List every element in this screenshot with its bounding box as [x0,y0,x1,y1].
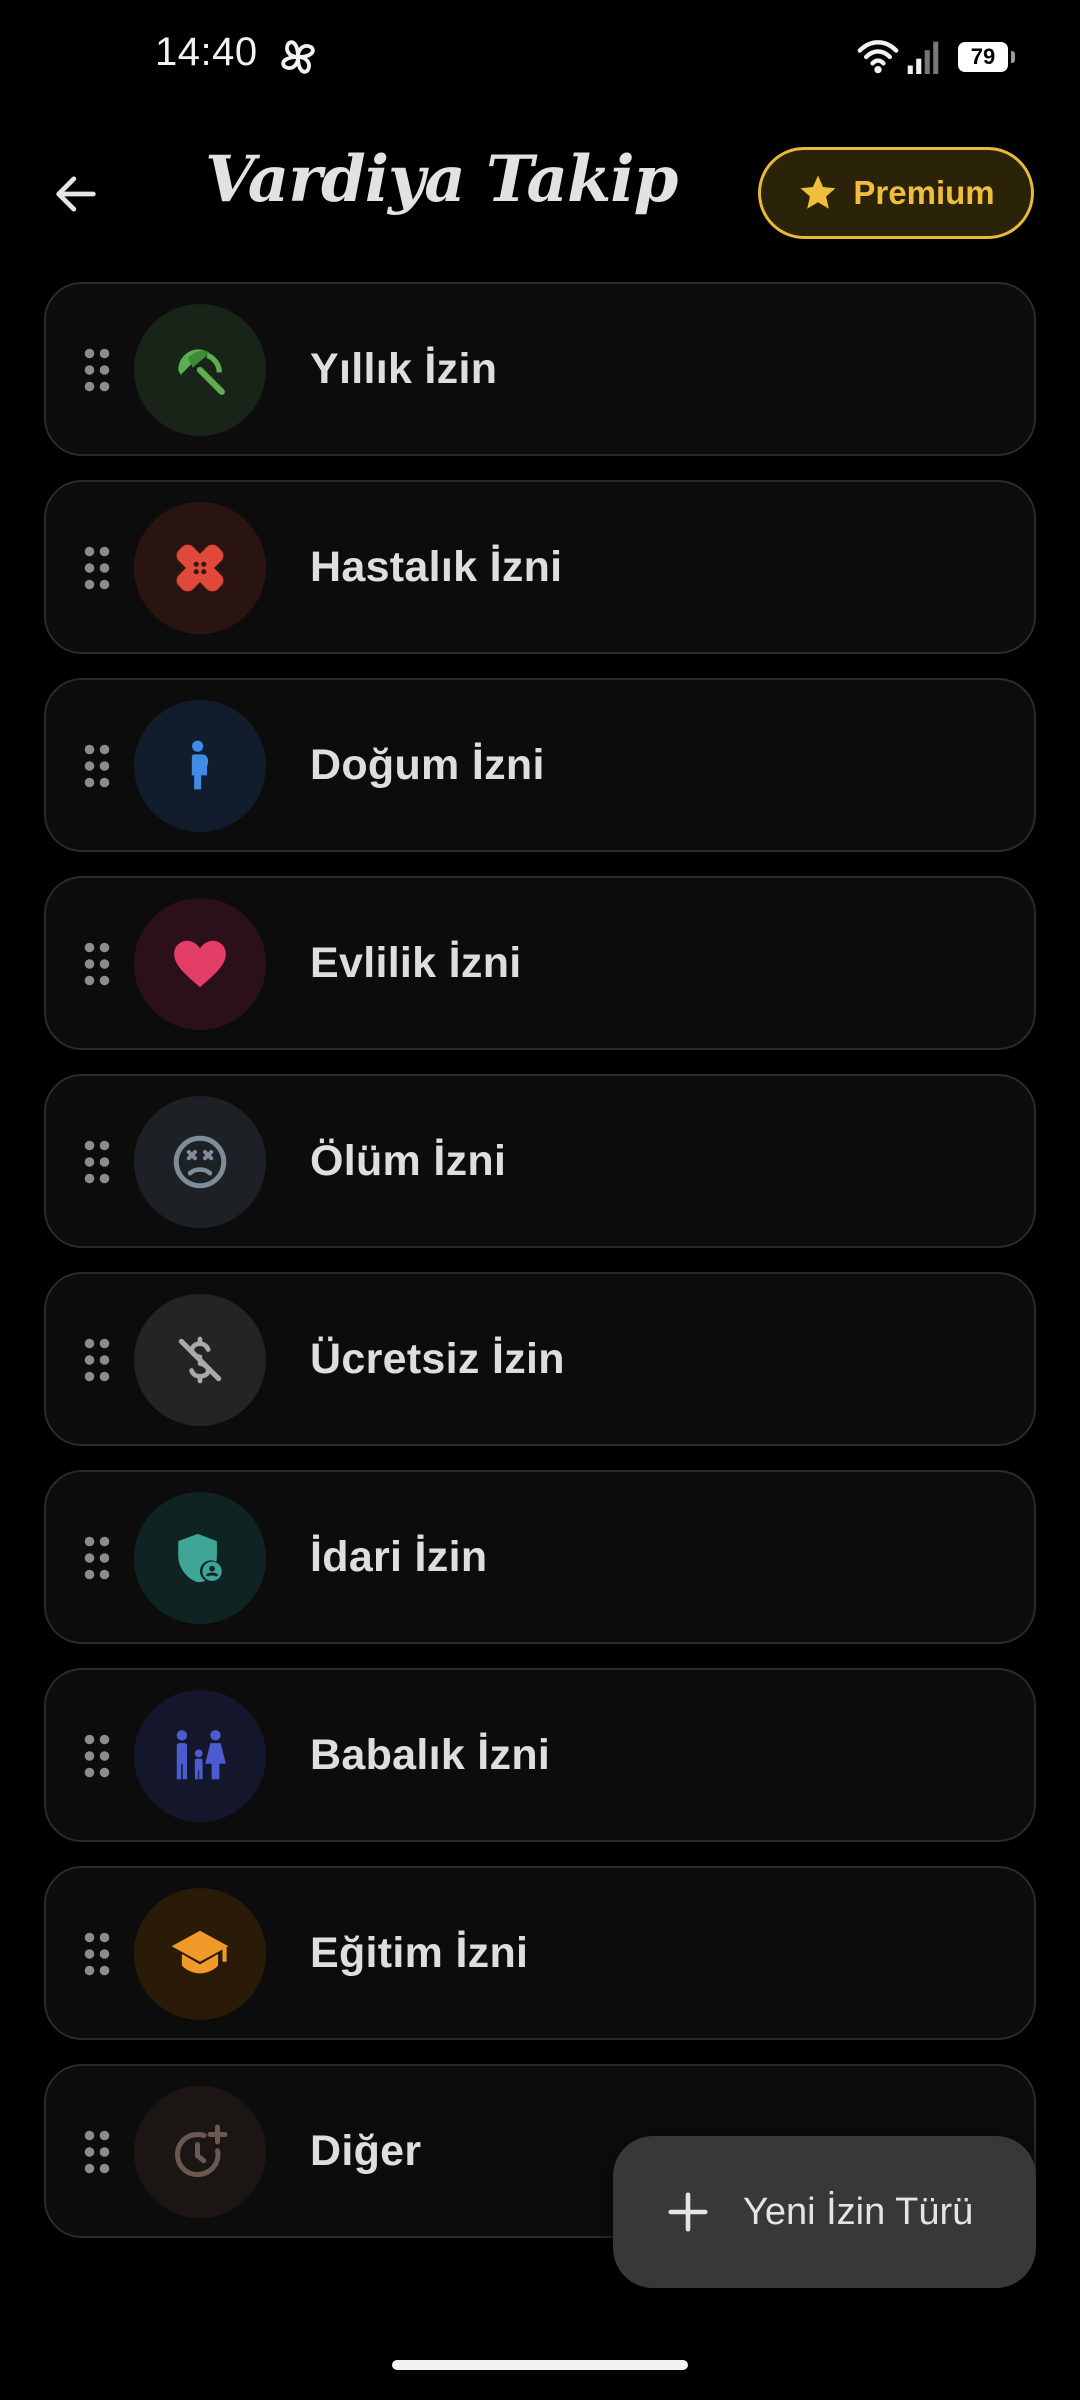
drag-handle-icon[interactable] [82,1732,112,1780]
leave-type-label: Evlilik İzni [310,938,522,987]
app-title: Vardiya Takip [205,142,678,217]
clock-add-icon [174,2124,228,2178]
drag-handle-icon[interactable] [82,1534,112,1582]
leave-icon-circle [134,1492,266,1624]
sad-face-icon [173,1135,227,1189]
star-icon [800,175,836,209]
drag-handle-icon[interactable] [82,742,112,790]
premium-button[interactable]: Premium [758,147,1034,239]
leave-icon-circle [134,898,266,1030]
leave-icon-circle [134,502,266,634]
leave-icon-circle [134,700,266,832]
money-off-icon [178,1336,222,1384]
wifi-icon [857,40,899,74]
arrow-left-icon [56,176,96,212]
new-leave-type-label: Yeni İzin Türü [743,2190,974,2233]
leave-type-list: Yıllık İzin Hastalık İzni Doğum İzni Evl… [44,282,1036,2262]
leave-type-item[interactable]: Yıllık İzin [44,282,1036,456]
leave-type-label: İdari İzin [310,1532,488,1581]
drag-handle-icon[interactable] [82,1930,112,1978]
leave-icon-circle [134,304,266,436]
leave-icon-circle [134,1888,266,2020]
leave-type-label: Ölüm İzni [310,1136,507,1185]
bandage-icon [176,544,224,592]
leave-type-item[interactable]: Eğitim İzni [44,1866,1036,2040]
drag-handle-icon[interactable] [82,544,112,592]
graduation-cap-icon [171,1930,229,1974]
drag-handle-icon[interactable] [82,1336,112,1384]
leave-type-label: Doğum İzni [310,740,545,789]
new-leave-type-button[interactable]: Yeni İzin Türü [613,2136,1036,2288]
leave-type-label: Ücretsiz İzin [310,1334,565,1383]
leave-icon-circle [134,1690,266,1822]
admin-shield-icon [178,1533,222,1583]
drag-handle-icon[interactable] [82,346,112,394]
back-button[interactable] [42,160,110,228]
battery-icon: 79 [958,42,1015,72]
drag-handle-icon[interactable] [82,1138,112,1186]
status-time: 14:40 [155,30,258,74]
signal-icon [907,41,939,74]
leave-type-item[interactable]: İdari İzin [44,1470,1036,1644]
leave-icon-circle [134,1294,266,1426]
leave-type-label: Babalık İzni [310,1730,551,1779]
family-icon [176,1730,226,1780]
leave-type-item[interactable]: Evlilik İzni [44,876,1036,1050]
leave-type-label: Diğer [310,2126,422,2175]
leave-type-item[interactable]: Ölüm İzni [44,1074,1036,1248]
leave-type-label: Eğitim İzni [310,1928,529,1977]
leave-type-item[interactable]: Doğum İzni [44,678,1036,852]
status-bar: 14:40 79 [0,0,1080,116]
leave-type-label: Hastalık İzni [310,542,563,591]
plus-icon [668,2192,708,2232]
leave-type-item[interactable]: Hastalık İzni [44,480,1036,654]
fan-icon [281,40,315,74]
leave-icon-circle [134,1096,266,1228]
drag-handle-icon[interactable] [82,940,112,988]
leave-type-item[interactable]: Babalık İzni [44,1668,1036,1842]
premium-label: Premium [853,174,995,211]
leave-type-item[interactable]: Ücretsiz İzin [44,1272,1036,1446]
pregnant-woman-icon [191,740,209,790]
leave-type-label: Yıllık İzin [310,344,498,393]
home-indicator[interactable] [392,2360,688,2370]
leave-icon-circle [134,2086,266,2218]
umbrella-icon [178,349,225,395]
heart-icon [174,940,226,988]
battery-level: 79 [970,44,996,69]
drag-handle-icon[interactable] [82,2128,112,2176]
